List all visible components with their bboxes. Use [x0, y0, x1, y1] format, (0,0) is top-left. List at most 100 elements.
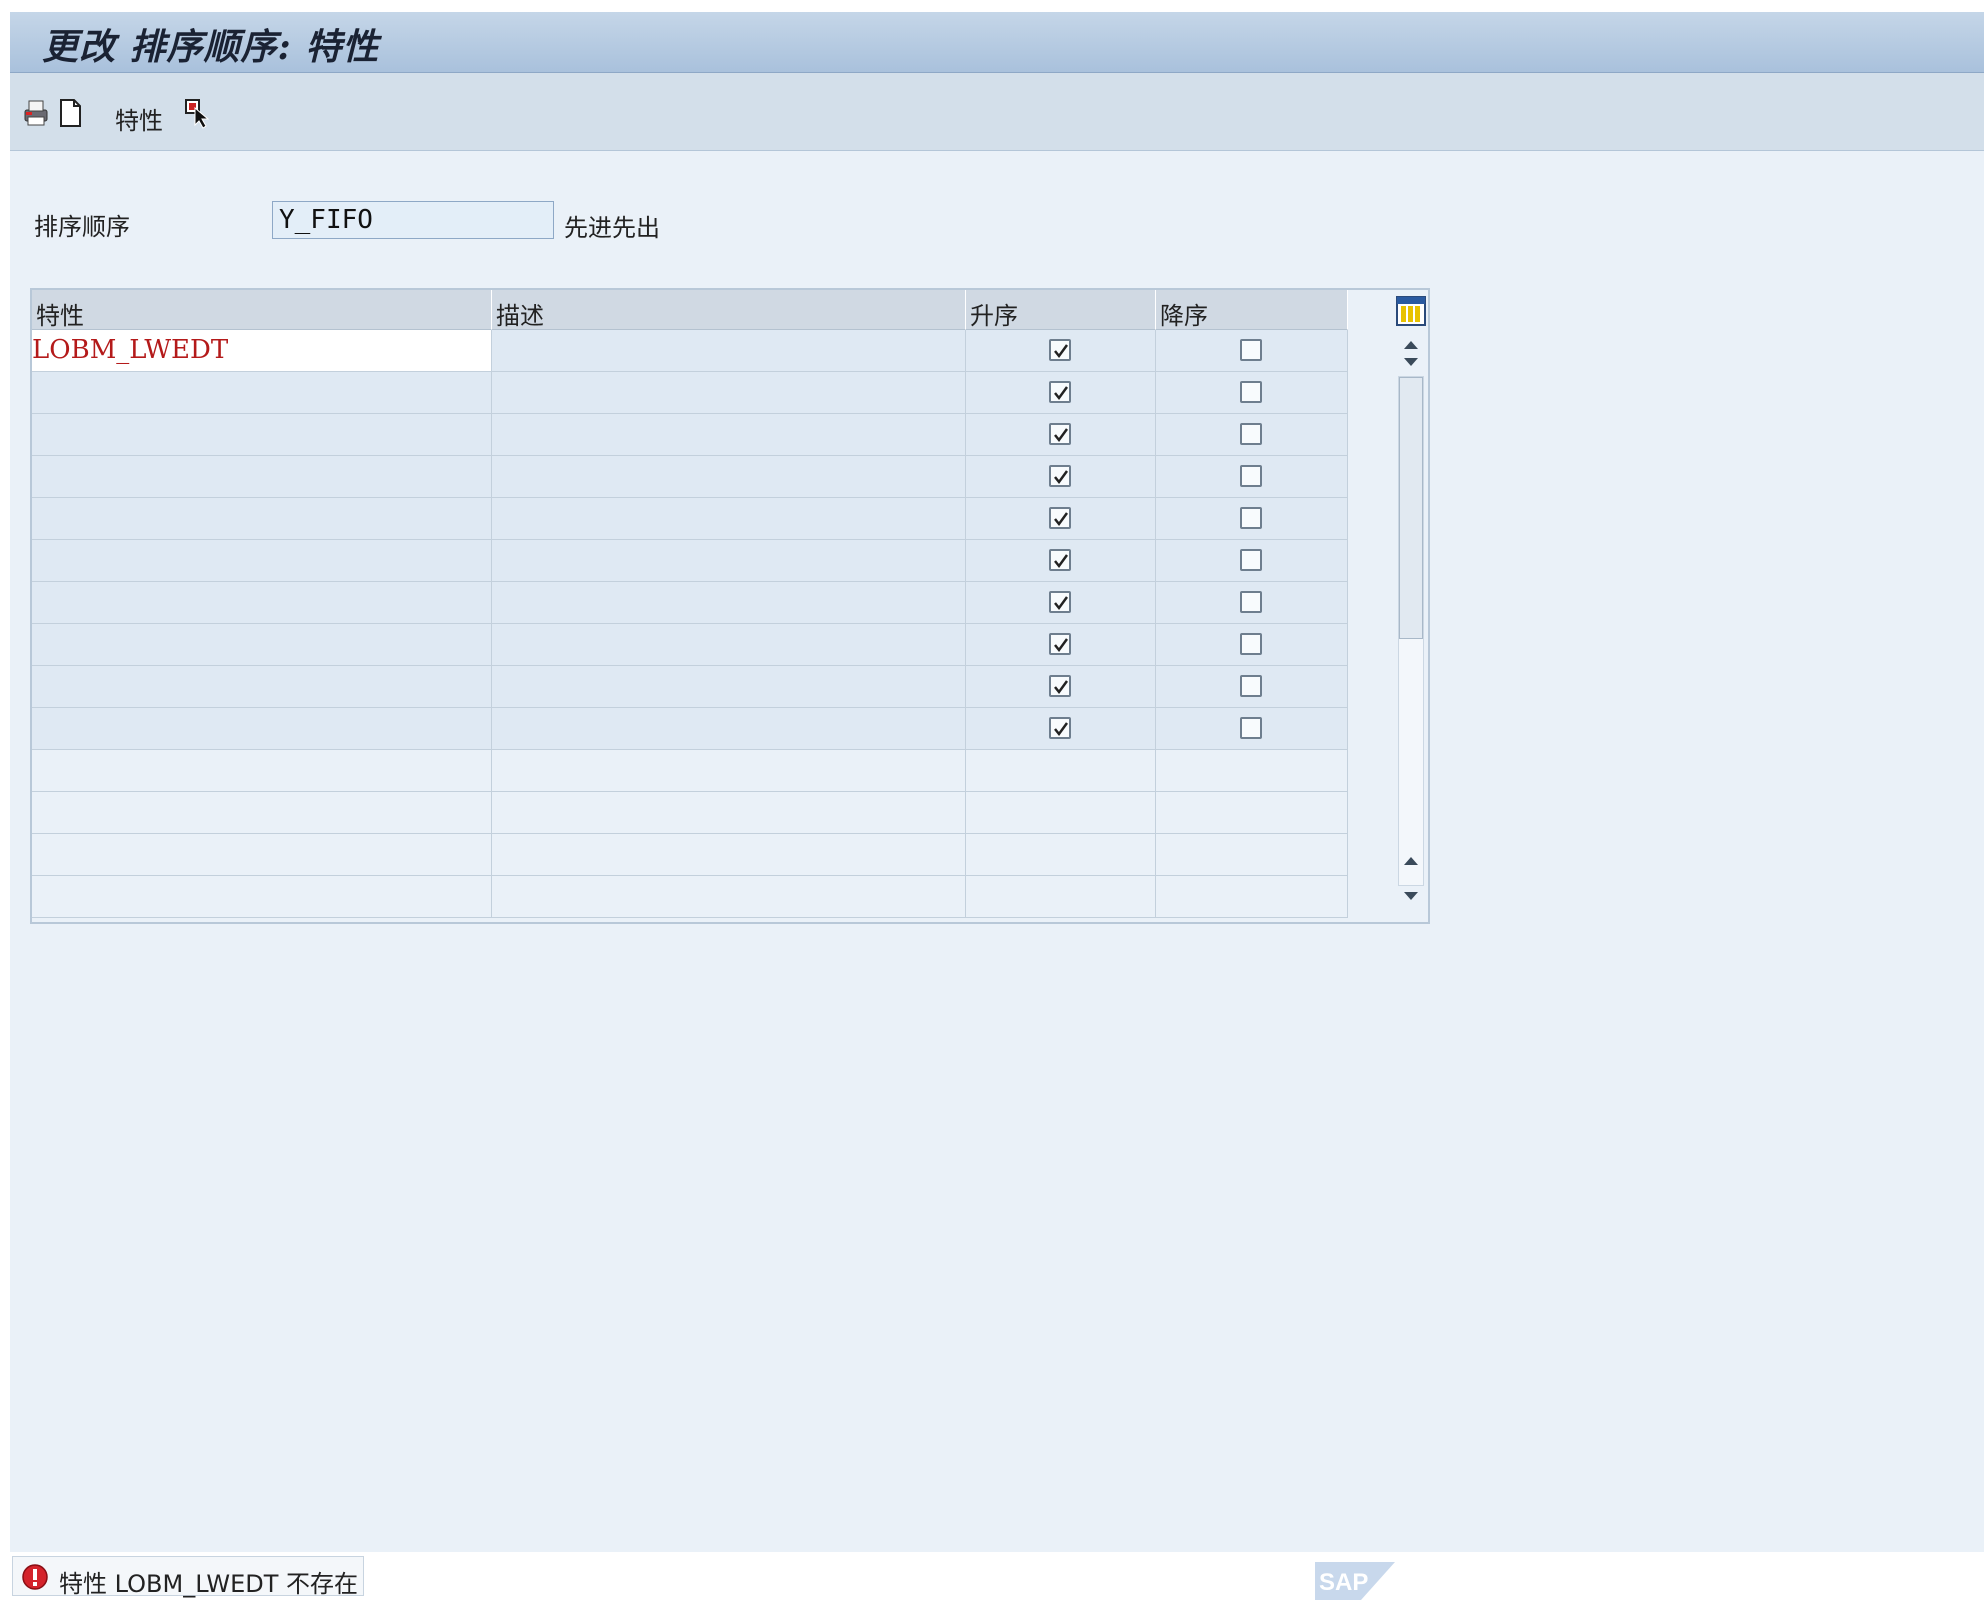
descending-checkbox[interactable]	[1239, 465, 1262, 487]
description-cell[interactable]	[492, 666, 966, 708]
scroll-page-down-icon[interactable]	[1400, 884, 1422, 906]
empty-table-row	[32, 750, 1348, 792]
table-row	[32, 666, 1348, 708]
ascending-checkbox[interactable]	[1048, 507, 1071, 529]
toolbar-characteristic-label[interactable]: 特性	[115, 101, 163, 136]
descending-cell	[1156, 666, 1348, 708]
empty-table-row	[32, 876, 1348, 918]
empty-cell	[32, 834, 492, 876]
table-row	[32, 372, 1348, 414]
empty-cell	[1156, 876, 1348, 918]
column-header-ascending[interactable]: 升序	[966, 290, 1156, 330]
descending-checkbox[interactable]	[1239, 339, 1262, 361]
ascending-cell	[966, 414, 1156, 456]
description-cell[interactable]	[492, 456, 966, 498]
empty-cell	[1156, 834, 1348, 876]
ascending-checkbox[interactable]	[1048, 675, 1071, 697]
application-toolbar: 特性	[10, 73, 1984, 151]
description-cell[interactable]	[492, 582, 966, 624]
print-icon[interactable]	[20, 97, 52, 129]
characteristic-cell[interactable]	[32, 372, 492, 414]
scroll-page-up-icon[interactable]	[1400, 850, 1422, 872]
description-cell[interactable]	[492, 414, 966, 456]
table-scroll-area	[1348, 290, 1428, 922]
table-row	[32, 414, 1348, 456]
characteristic-cell[interactable]	[32, 666, 492, 708]
sap-logo: SAP	[1315, 1562, 1395, 1604]
sort-order-label: 排序顺序	[34, 213, 130, 241]
description-cell[interactable]	[492, 540, 966, 582]
descending-checkbox[interactable]	[1239, 423, 1262, 445]
descending-checkbox[interactable]	[1239, 675, 1262, 697]
empty-cell	[1156, 750, 1348, 792]
description-cell[interactable]	[492, 372, 966, 414]
scroll-down-icon[interactable]	[1400, 350, 1422, 372]
empty-table-row	[32, 792, 1348, 834]
empty-cell	[32, 792, 492, 834]
ascending-checkbox[interactable]	[1048, 381, 1071, 403]
new-document-icon[interactable]	[54, 97, 86, 129]
ascending-checkbox[interactable]	[1048, 465, 1071, 487]
empty-cell	[966, 792, 1156, 834]
status-message[interactable]: 特性 LOBM_LWEDT 不存在	[12, 1556, 364, 1598]
column-settings-icon[interactable]	[1396, 296, 1426, 326]
description-cell[interactable]	[492, 498, 966, 540]
ascending-checkbox[interactable]	[1048, 549, 1071, 571]
descending-cell	[1156, 582, 1348, 624]
ascending-cell	[966, 666, 1156, 708]
table-row	[32, 624, 1348, 666]
characteristic-cell[interactable]: LOBM_LWEDT	[32, 330, 492, 372]
ascending-cell	[966, 582, 1156, 624]
ascending-checkbox[interactable]	[1048, 633, 1071, 655]
characteristic-cell[interactable]	[32, 624, 492, 666]
select-cursor-icon[interactable]	[183, 97, 215, 129]
characteristic-cell[interactable]	[32, 456, 492, 498]
ascending-checkbox[interactable]	[1048, 717, 1071, 739]
column-header-characteristic[interactable]: 特性	[32, 290, 492, 330]
sort-order-input[interactable]	[272, 201, 554, 239]
column-header-description[interactable]: 描述	[492, 290, 966, 330]
descending-cell	[1156, 498, 1348, 540]
ascending-cell	[966, 372, 1156, 414]
description-cell[interactable]	[492, 708, 966, 750]
characteristic-cell[interactable]	[32, 414, 492, 456]
status-text: 特性 LOBM_LWEDT 不存在	[59, 1570, 359, 1598]
characteristic-cell[interactable]	[32, 540, 492, 582]
characteristic-cell[interactable]	[32, 582, 492, 624]
descending-checkbox[interactable]	[1239, 507, 1262, 529]
error-icon	[21, 1563, 49, 1591]
title-bar: 更改 排序顺序: 特性	[10, 12, 1984, 73]
empty-cell	[492, 876, 966, 918]
descending-checkbox[interactable]	[1239, 717, 1262, 739]
ascending-checkbox[interactable]	[1048, 339, 1071, 361]
descending-checkbox[interactable]	[1239, 591, 1262, 613]
ascending-cell	[966, 498, 1156, 540]
empty-cell	[32, 750, 492, 792]
main-window: 更改 排序顺序: 特性 特性 排序顺序 先进先出	[10, 12, 1984, 1552]
vertical-scrollbar[interactable]	[1398, 376, 1424, 886]
empty-cell	[1156, 792, 1348, 834]
description-cell[interactable]	[492, 624, 966, 666]
scrollbar-thumb[interactable]	[1399, 377, 1423, 639]
table-row	[32, 456, 1348, 498]
empty-table-row	[32, 834, 1348, 876]
empty-cell	[492, 834, 966, 876]
column-header-descending[interactable]: 降序	[1156, 290, 1348, 330]
ascending-checkbox[interactable]	[1048, 591, 1071, 613]
descending-checkbox[interactable]	[1239, 381, 1262, 403]
sort-order-description: 先进先出	[564, 214, 660, 242]
ascending-checkbox[interactable]	[1048, 423, 1071, 445]
empty-cell	[966, 750, 1156, 792]
descending-checkbox[interactable]	[1239, 633, 1262, 655]
descending-cell	[1156, 330, 1348, 372]
characteristic-cell[interactable]	[32, 708, 492, 750]
characteristic-cell[interactable]	[32, 498, 492, 540]
description-cell[interactable]	[492, 330, 966, 372]
ascending-cell	[966, 624, 1156, 666]
ascending-cell	[966, 456, 1156, 498]
empty-cell	[32, 876, 492, 918]
descending-cell	[1156, 456, 1348, 498]
descending-checkbox[interactable]	[1239, 549, 1262, 571]
empty-cell	[966, 876, 1156, 918]
ascending-cell	[966, 330, 1156, 372]
